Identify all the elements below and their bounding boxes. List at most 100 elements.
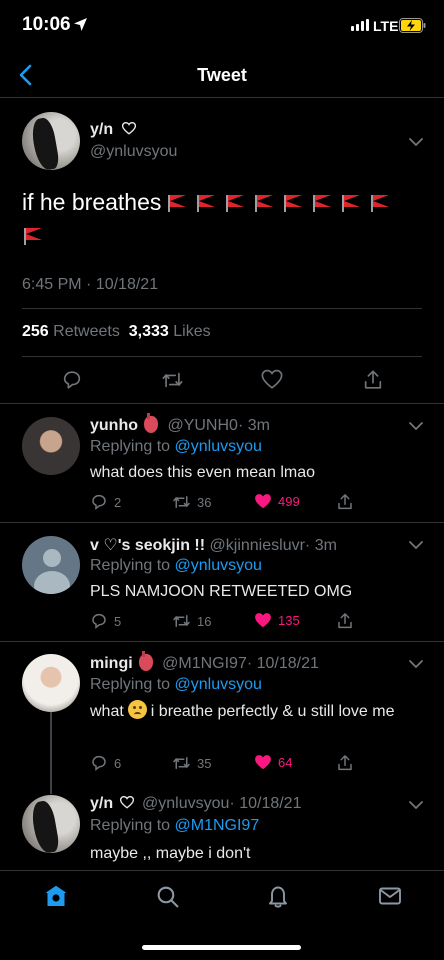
- battery-charging-icon: [399, 18, 426, 33]
- like-button[interactable]: 499: [254, 493, 300, 510]
- divider: [22, 356, 422, 357]
- reply-text: maybe ,, maybe i don't: [90, 845, 251, 862]
- home-icon[interactable]: [44, 884, 68, 908]
- replying-to-handle[interactable]: @ynluvsyou: [175, 438, 262, 455]
- reply-author-name[interactable]: v ♡'s seokjin !!: [90, 537, 205, 554]
- retweets-label[interactable]: Retweets: [53, 323, 120, 340]
- reply-author-handle[interactable]: @YUNH0: [167, 417, 237, 434]
- reply-icon[interactable]: [61, 369, 83, 391]
- likes-label[interactable]: Likes: [173, 323, 210, 340]
- status-time: 10:06: [22, 14, 71, 35]
- reply-header: yunho @YUNH0· 3m: [90, 413, 270, 435]
- thread-connector: [50, 712, 52, 794]
- likes-count[interactable]: 3,333: [129, 323, 169, 340]
- reply-button[interactable]: 5: [90, 612, 121, 630]
- reply-text: what does this even mean lmao: [90, 464, 316, 481]
- red-flag-icon: [342, 195, 364, 212]
- search-icon[interactable]: [155, 884, 180, 909]
- chevron-down-icon[interactable]: [408, 800, 424, 810]
- replying-label: Replying to: [90, 676, 171, 693]
- like-button[interactable]: 135: [254, 612, 300, 629]
- retweet-button[interactable]: 35: [172, 754, 211, 772]
- anatomical-heart-icon: [144, 413, 158, 433]
- chevron-down-icon[interactable]: [408, 137, 424, 147]
- retweet-button[interactable]: 16: [172, 612, 211, 630]
- heart-outline-icon: [119, 795, 134, 809]
- replying-label: Replying to: [90, 817, 171, 834]
- reply-author-name[interactable]: y/n: [90, 795, 113, 812]
- worried-face-icon: [127, 700, 147, 719]
- red-flag-icon: [226, 195, 248, 212]
- retweet-count: 36: [197, 494, 212, 510]
- replying-to-handle[interactable]: @M1NGI97: [175, 817, 260, 834]
- author-handle[interactable]: @ynluvsyou: [90, 143, 177, 161]
- chevron-down-icon[interactable]: [408, 659, 424, 669]
- reply-tweet[interactable]: mingi @M1NGI97· 10/18/21 Replying to @yn…: [0, 642, 444, 782]
- like-button[interactable]: 64: [254, 754, 292, 771]
- reply-header: v ♡'s seokjin !! @kjinniesluvr· 3m: [90, 535, 337, 555]
- avatar[interactable]: [22, 536, 80, 594]
- reply-author-handle[interactable]: @kjinniesluvr: [210, 537, 305, 554]
- reply-actions: 2 36 499: [90, 493, 390, 515]
- network-label: LTE: [373, 18, 399, 34]
- divider: [22, 308, 422, 309]
- like-icon[interactable]: [261, 369, 283, 390]
- replying-to: Replying to @ynluvsyou: [90, 557, 262, 575]
- replying-to: Replying to @M1NGI97: [90, 817, 259, 835]
- chevron-down-icon[interactable]: [408, 540, 424, 550]
- replying-to: Replying to @ynluvsyou: [90, 438, 262, 456]
- share-icon[interactable]: [336, 493, 354, 511]
- heart-outline-icon: [121, 121, 136, 135]
- reply-count: 2: [114, 494, 122, 510]
- reply-tweet[interactable]: yunho @YUNH0· 3m Replying to @ynluvsyou …: [0, 404, 444, 522]
- like-count: 499: [278, 494, 300, 509]
- reply-time: · 10/18/21: [229, 795, 302, 812]
- messages-mail-icon[interactable]: [378, 884, 402, 908]
- avatar[interactable]: [22, 795, 80, 853]
- retweet-button[interactable]: 36: [172, 493, 211, 511]
- reply-icon: [92, 613, 106, 629]
- page-title: Tweet: [197, 65, 247, 85]
- reply-button[interactable]: 6: [90, 754, 121, 772]
- retweet-icon: [173, 615, 190, 627]
- red-flag-icon: [284, 195, 306, 212]
- reply-time: · 10/18/21: [246, 655, 319, 672]
- tweet-actions: [0, 358, 444, 404]
- retweet-icon[interactable]: [161, 369, 184, 391]
- tweet-text-content: if he breathes: [22, 189, 162, 215]
- like-filled-icon: [255, 613, 271, 628]
- red-flag-icon: [371, 195, 393, 212]
- avatar[interactable]: [22, 654, 80, 712]
- replying-label: Replying to: [90, 438, 171, 455]
- reply-button[interactable]: 2: [90, 493, 121, 511]
- author-name[interactable]: y/n: [90, 121, 136, 139]
- home-indicator[interactable]: [142, 945, 301, 950]
- notifications-bell-icon[interactable]: [266, 884, 290, 909]
- reply-author-name[interactable]: mingi: [90, 655, 133, 672]
- reply-author-handle[interactable]: @ynluvsyou: [142, 795, 229, 812]
- share-icon[interactable]: [336, 612, 354, 630]
- reply-tweet[interactable]: v ♡'s seokjin !! @kjinniesluvr· 3m Reply…: [0, 523, 444, 641]
- replying-to-handle[interactable]: @ynluvsyou: [175, 676, 262, 693]
- avatar[interactable]: [22, 112, 80, 170]
- reply-author-handle[interactable]: @M1NGI97: [162, 655, 247, 672]
- reply-text: PLS NAMJOON RETWEETED OMG: [90, 583, 353, 600]
- chevron-down-icon[interactable]: [408, 421, 424, 431]
- reply-author-name[interactable]: yunho: [90, 417, 138, 434]
- share-icon[interactable]: [362, 369, 384, 391]
- retweets-count[interactable]: 256: [22, 323, 49, 340]
- share-icon[interactable]: [336, 754, 354, 772]
- red-flag-icon: [168, 195, 190, 212]
- tweet-header: Tweet: [0, 52, 444, 98]
- reply-text-part: i breathe perfectly & u still love me: [150, 703, 395, 720]
- reply-header: mingi @M1NGI97· 10/18/21: [90, 651, 319, 673]
- red-flag-icon: [313, 195, 335, 212]
- reply-icon: [92, 494, 106, 510]
- avatar[interactable]: [22, 417, 80, 475]
- reply-tweet[interactable]: y/n @ynluvsyou· 10/18/21 Replying to @M1…: [0, 783, 444, 871]
- reply-actions: 6 35 64: [90, 754, 390, 776]
- reply-icon: [92, 755, 106, 771]
- replying-to-handle[interactable]: @ynluvsyou: [175, 557, 262, 574]
- tweet-timestamp: 6:45 PM · 10/18/21: [22, 276, 159, 293]
- reply-time: · 3m: [304, 537, 337, 554]
